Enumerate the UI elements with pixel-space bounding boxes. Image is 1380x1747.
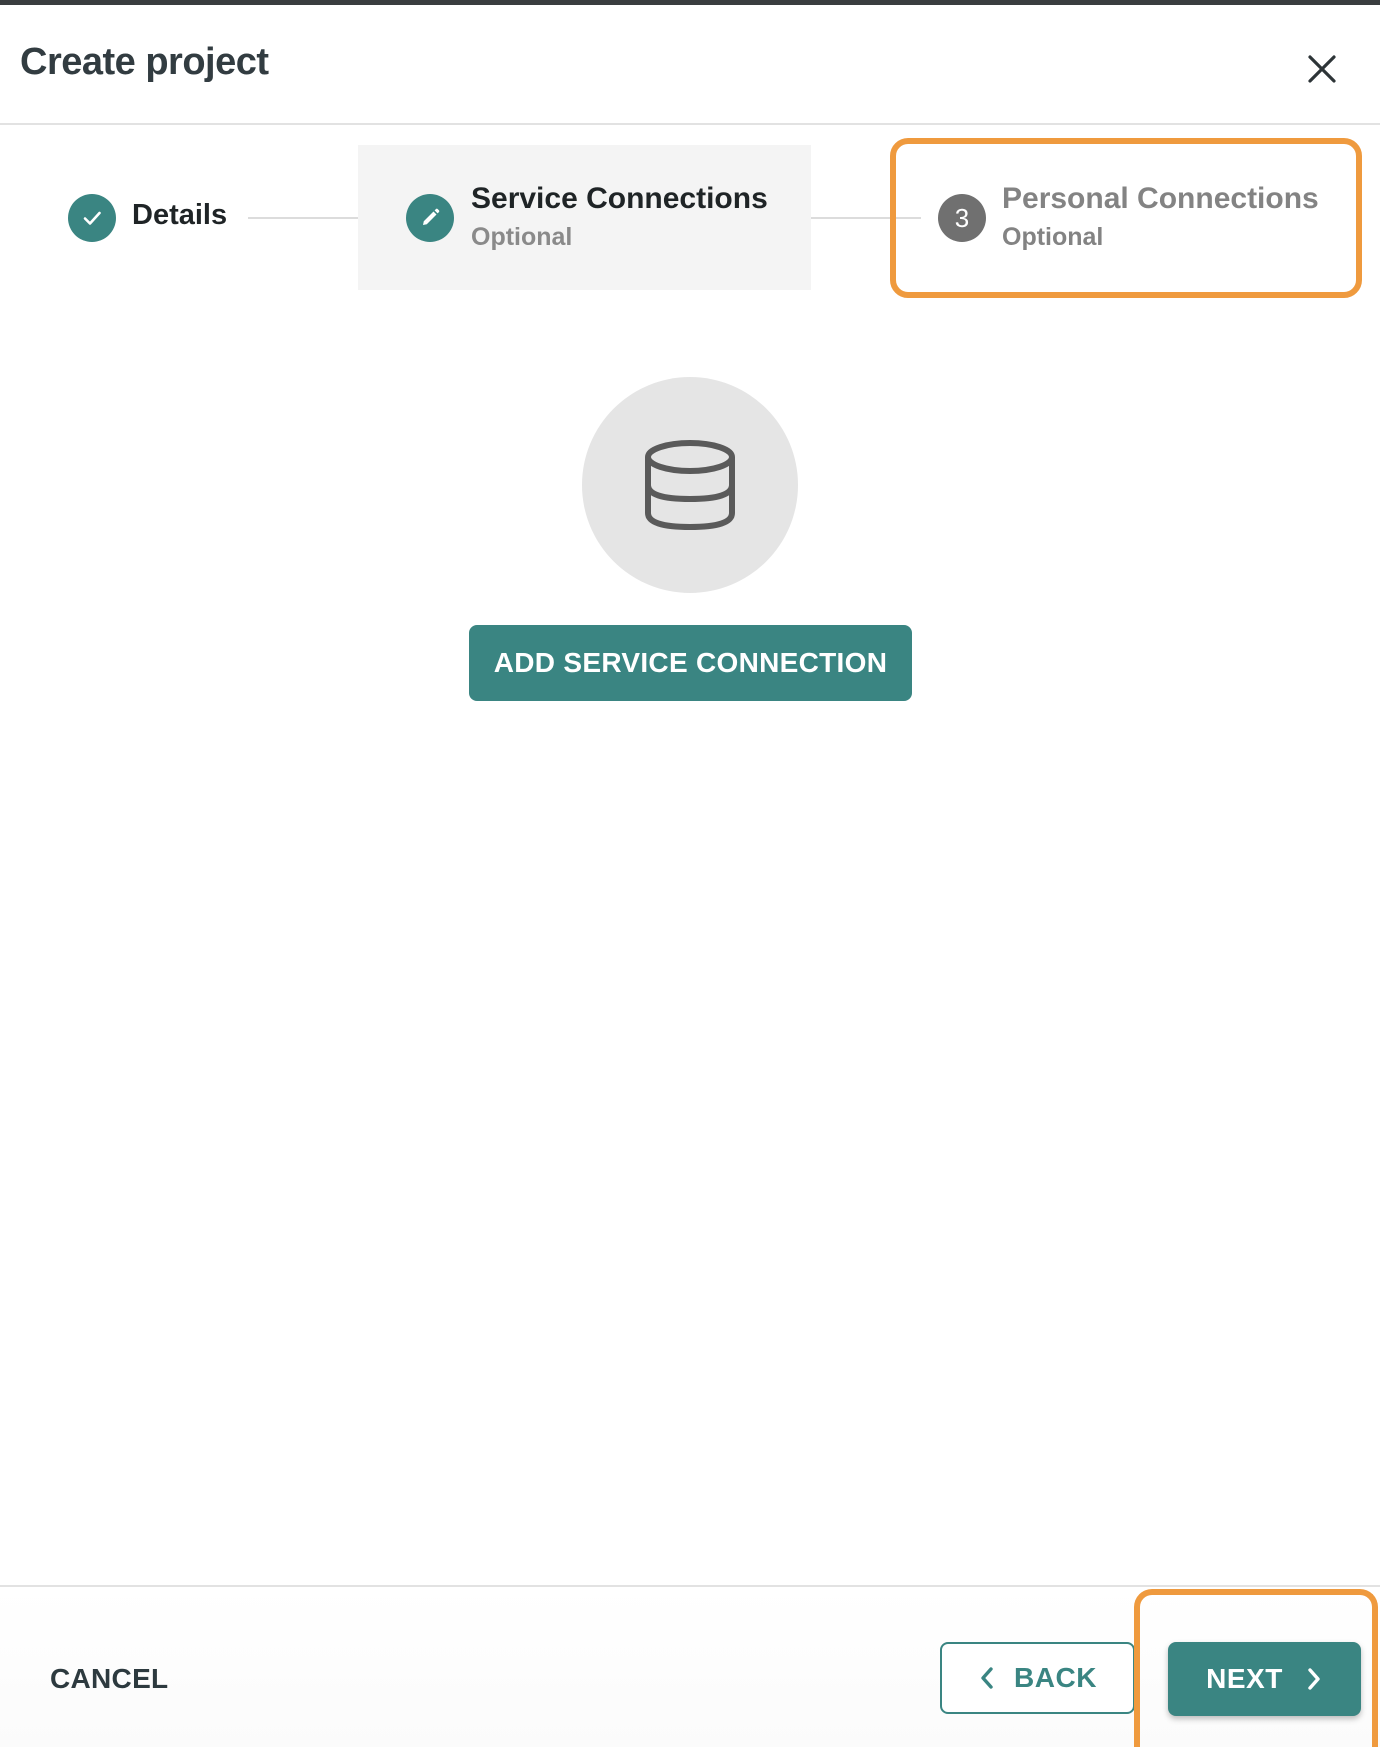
dialog-footer: CANCEL BACK NEXT [0, 1585, 1380, 1747]
database-icon [645, 440, 735, 531]
next-button[interactable]: NEXT [1168, 1642, 1361, 1716]
step-sublabel: Optional [471, 223, 573, 251]
stepper: Details Service Connections Optional 3 P… [0, 125, 1380, 305]
empty-state-illustration [582, 377, 798, 593]
step-active-indicator [406, 194, 454, 242]
check-icon [83, 211, 101, 225]
chevron-left-icon [981, 1667, 993, 1689]
step-label: Service Connections [471, 182, 768, 215]
chevron-right-icon [1308, 1668, 1320, 1690]
back-button[interactable]: BACK [940, 1642, 1135, 1714]
add-service-connection-button[interactable]: ADD SERVICE CONNECTION [469, 625, 912, 701]
back-label: BACK [1014, 1662, 1097, 1693]
step-label: Personal Connections [1002, 182, 1319, 215]
step-completed-indicator [68, 194, 116, 242]
close-icon [1308, 55, 1336, 83]
close-button[interactable] [1300, 47, 1344, 91]
step-number-badge: 3 [938, 194, 986, 242]
step-label: Details [132, 199, 228, 231]
cancel-button[interactable]: CANCEL [50, 1663, 168, 1695]
pencil-icon [423, 208, 440, 225]
next-label: NEXT [1206, 1663, 1283, 1694]
page-title: Create project [20, 41, 269, 83]
dialog-header: Create project [0, 5, 1380, 125]
step-sublabel: Optional [1002, 223, 1104, 251]
